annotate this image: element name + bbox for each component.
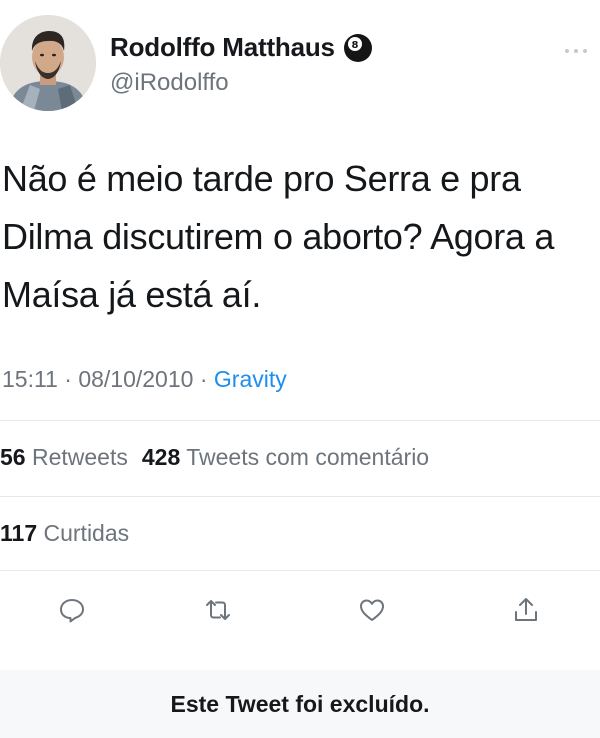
quotes-count: 428: [141, 444, 181, 470]
user-handle[interactable]: @iRodolffo: [110, 69, 229, 97]
eight-ball-icon: 8: [343, 33, 373, 63]
meta-separator: ·: [57, 366, 79, 392]
name-row: Rodolffo Matthaus 8: [110, 32, 373, 63]
svg-text:8: 8: [351, 40, 358, 51]
avatar-image: [0, 15, 96, 111]
like-icon: [360, 599, 384, 621]
tweet-date: 08/10/2010: [78, 366, 194, 392]
retweets-link[interactable]: 56 Retweets: [0, 444, 128, 470]
action-bar: [0, 590, 600, 640]
share-button[interactable]: [506, 590, 546, 630]
quotes-label: Tweets com comentário: [186, 444, 430, 470]
likes-stats[interactable]: 117 Curtidas: [0, 520, 129, 547]
display-name[interactable]: Rodolffo Matthaus: [110, 32, 335, 63]
share-icon: [515, 598, 537, 621]
like-button[interactable]: [352, 590, 392, 630]
reply-button[interactable]: [52, 590, 92, 630]
meta-separator: ·: [193, 366, 214, 392]
tweet-text-line: Dilma discutirem o aborto? Agora a: [2, 216, 555, 257]
divider: [0, 570, 600, 571]
retweet-icon: [206, 600, 230, 620]
tweet-header: Rodolffo Matthaus 8 @iRodolffo: [0, 12, 600, 112]
deleted-tweet-banner: Este Tweet foi excluído.: [0, 670, 600, 738]
divider: [0, 496, 600, 497]
tweet-source-link[interactable]: Gravity: [214, 366, 287, 392]
tweet-time: 15:11: [2, 366, 58, 392]
reply-icon: [60, 599, 84, 623]
deleted-tweet-message: Este Tweet foi excluído.: [170, 690, 430, 717]
retweets-count: 56: [0, 444, 26, 470]
divider: [0, 420, 600, 421]
tweet-card: Rodolffo Matthaus 8 @iRodolffo Não é mei…: [0, 0, 600, 670]
quotes-link[interactable]: 428 Tweets com comentário: [142, 444, 429, 470]
tweet-meta: 15:11 · 08/10/2010 · Gravity: [2, 366, 287, 393]
retweet-stats: 56 Retweets 428 Tweets com comentário: [0, 444, 429, 471]
retweet-button[interactable]: [198, 590, 238, 630]
tweet-text-line: Maísa já está aí.: [2, 274, 262, 315]
more-options-icon[interactable]: [564, 42, 588, 53]
tweet-text-line: Não é meio tarde pro Serra e pra: [2, 158, 521, 199]
likes-count: 117: [0, 520, 38, 546]
likes-label: Curtidas: [43, 520, 130, 546]
tweet-text: Não é meio tarde pro Serra e pra Dilma d…: [2, 150, 598, 324]
retweets-label: Retweets: [31, 444, 128, 470]
avatar[interactable]: [0, 15, 96, 111]
